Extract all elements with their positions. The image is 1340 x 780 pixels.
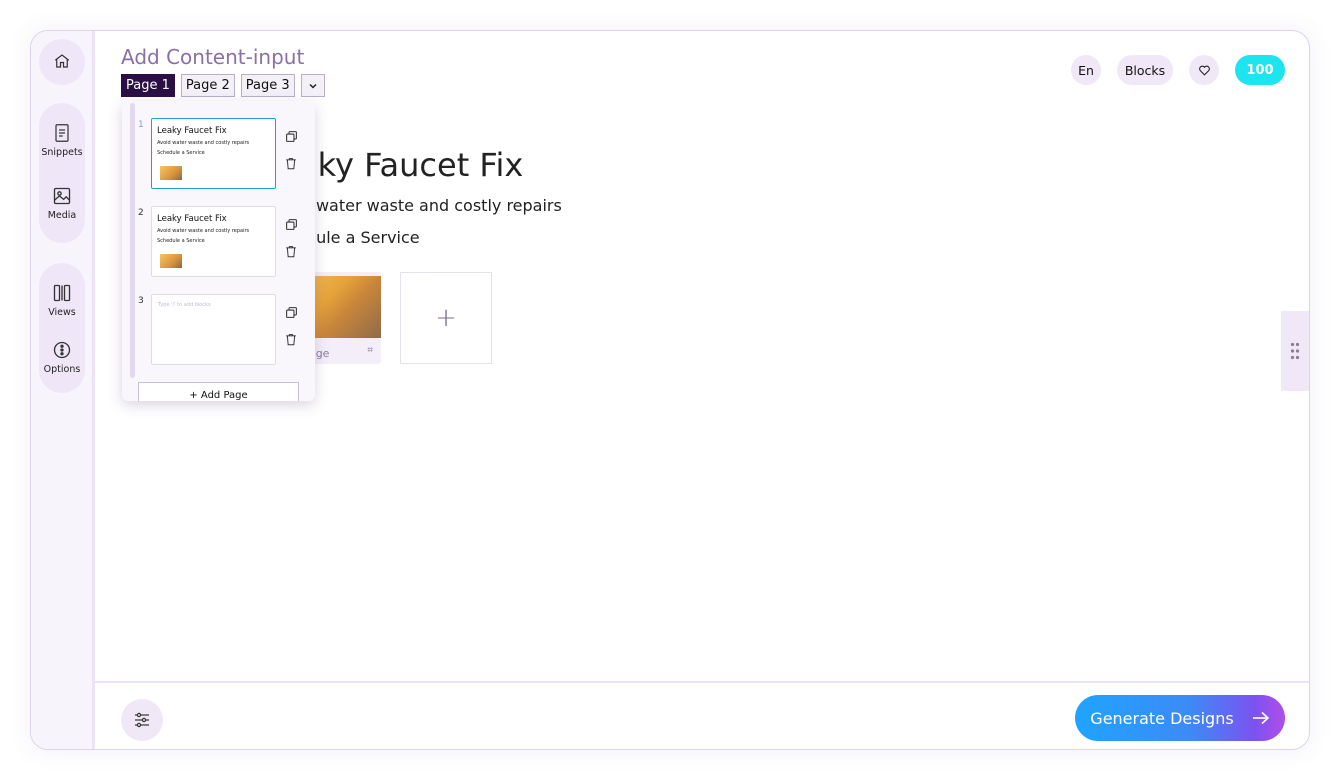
tab-page-3[interactable]: Page 3 xyxy=(240,74,295,97)
pages-dropdown: 1 Leaky Faucet Fix Avoid water waste and… xyxy=(122,101,315,401)
copy-icon xyxy=(285,130,297,142)
duplicate-page-button[interactable] xyxy=(283,216,299,232)
tab-page-1[interactable]: Page 1 xyxy=(121,74,175,97)
page-number: 2 xyxy=(138,208,144,218)
copy-icon xyxy=(285,218,297,230)
delete-page-button[interactable] xyxy=(283,243,299,259)
copy-icon xyxy=(285,306,297,318)
top-right-controls: En Blocks 100 xyxy=(1071,55,1285,85)
thumb-subtitle: Avoid water waste and costly repairs xyxy=(157,140,250,146)
delete-page-button[interactable] xyxy=(283,331,299,347)
duplicate-page-button[interactable] xyxy=(283,304,299,320)
credits-badge: 100 xyxy=(1235,55,1285,85)
page-list-item: 3 Type '/' to add blocks xyxy=(122,294,315,368)
home-icon xyxy=(54,54,70,68)
sidebar-item-options[interactable]: Options xyxy=(39,340,85,375)
bottom-bar: Generate Designs xyxy=(95,681,1309,749)
thumb-headline: Leaky Faucet Fix xyxy=(157,214,227,224)
settings-button[interactable] xyxy=(121,699,163,741)
trash-icon xyxy=(286,333,296,345)
sidebar-item-snippets[interactable]: Snippets xyxy=(39,123,85,158)
sliders-icon xyxy=(135,712,149,728)
crop-icon[interactable]: ⌗ xyxy=(367,345,373,356)
language-button[interactable]: En xyxy=(1071,55,1101,85)
generate-designs-label: Generate Designs xyxy=(1090,708,1234,728)
page-thumbnail[interactable]: Leaky Faucet Fix Avoid water waste and c… xyxy=(151,206,276,277)
add-page-button[interactable]: + Add Page xyxy=(138,382,299,401)
page-number: 3 xyxy=(138,296,144,306)
sidebar-item-label: Media xyxy=(47,210,77,221)
thumb-image xyxy=(160,254,182,268)
trash-icon xyxy=(286,245,296,257)
document-icon xyxy=(55,124,69,142)
tab-page-2[interactable]: Page 2 xyxy=(180,74,235,97)
sidebar-item-label: Snippets xyxy=(41,147,83,158)
sidebar-group-content: Snippets Media xyxy=(39,103,85,243)
sidebar-item-views[interactable]: Views xyxy=(39,283,85,318)
thumb-headline: Leaky Faucet Fix xyxy=(157,126,227,136)
page-list-item: 1 Leaky Faucet Fix Avoid water waste and… xyxy=(122,118,315,192)
chevron-down-icon xyxy=(309,83,317,89)
sidebar-item-label: Options xyxy=(43,364,81,375)
trash-icon xyxy=(286,157,296,169)
home-button[interactable] xyxy=(39,39,85,85)
thumb-cta: Schedule a Service xyxy=(157,150,205,156)
thumb-image xyxy=(160,166,182,180)
sidebar: Snippets Media Views Options xyxy=(31,31,95,749)
page-title: Add Content-input xyxy=(121,45,305,69)
add-image-button[interactable]: + xyxy=(400,272,492,364)
blocks-button[interactable]: Blocks xyxy=(1117,55,1173,85)
plus-icon: + xyxy=(435,303,457,333)
duplicate-page-button[interactable] xyxy=(283,128,299,144)
thumb-cta: Schedule a Service xyxy=(157,238,205,244)
columns-icon xyxy=(53,284,71,302)
sidebar-item-label: Views xyxy=(48,307,76,318)
sidebar-group-view: Views Options xyxy=(39,263,85,393)
thumb-placeholder: Type '/' to add blocks xyxy=(158,302,211,308)
generate-designs-button[interactable]: Generate Designs xyxy=(1075,695,1285,741)
sidebar-item-media[interactable]: Media xyxy=(39,186,85,221)
page-number: 1 xyxy=(138,120,144,130)
thumb-subtitle: Avoid water waste and costly repairs xyxy=(157,228,250,234)
page-thumbnail[interactable]: Type '/' to add blocks xyxy=(151,294,276,365)
image-icon xyxy=(53,187,71,205)
drag-dots-icon xyxy=(1290,342,1300,360)
arrow-right-icon xyxy=(1252,711,1269,725)
options-icon xyxy=(53,341,71,359)
page-list-item: 2 Leaky Faucet Fix Avoid water waste and… xyxy=(122,206,315,280)
delete-page-button[interactable] xyxy=(283,155,299,171)
favorite-button[interactable] xyxy=(1189,55,1219,85)
panel-drag-handle[interactable] xyxy=(1281,311,1309,391)
heart-icon xyxy=(1198,65,1210,76)
page-thumbnail[interactable]: Leaky Faucet Fix Avoid water waste and c… xyxy=(151,118,276,189)
pages-dropdown-toggle[interactable] xyxy=(300,74,325,97)
app-window: Snippets Media Views Options Add Content… xyxy=(30,30,1310,750)
page-tabs: Page 1 Page 2 Page 3 xyxy=(121,74,325,97)
